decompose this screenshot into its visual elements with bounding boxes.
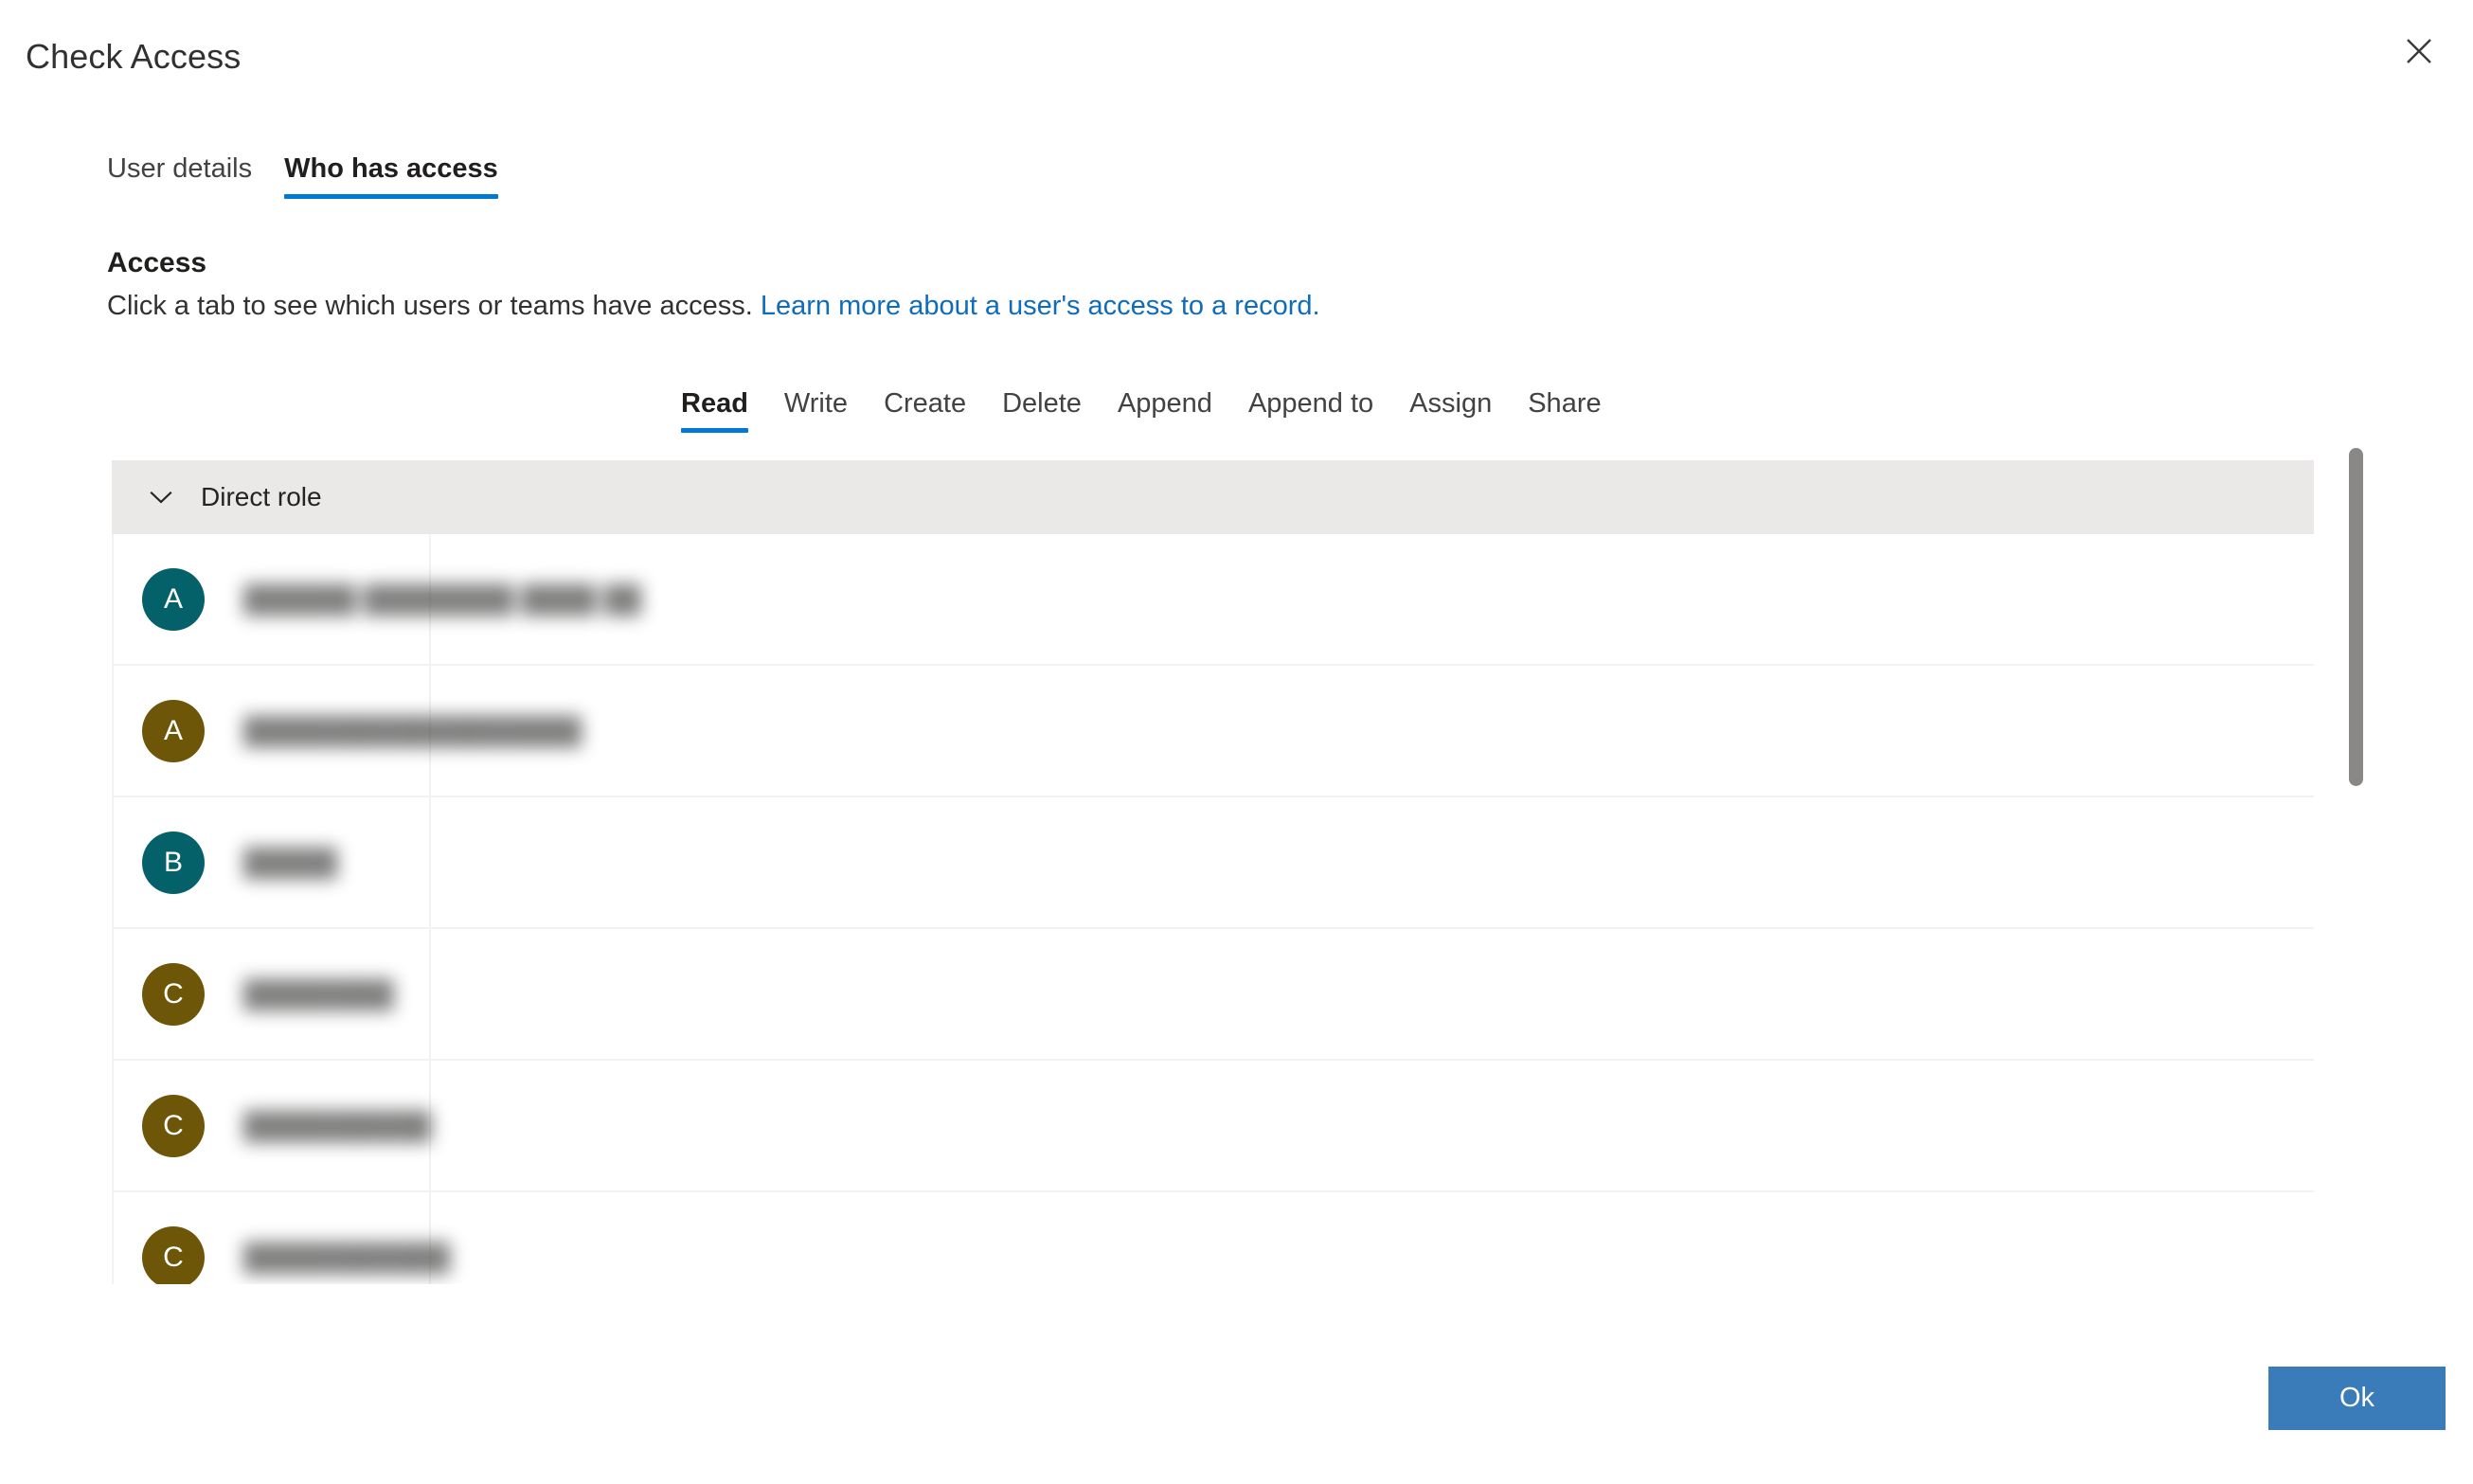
row-divider-left (112, 534, 114, 664)
table-row[interactable]: B █████ (112, 797, 2314, 929)
access-description: Click a tab to see which users or teams … (107, 287, 2285, 325)
table-row[interactable]: C ████████ (112, 929, 2314, 1061)
row-principal-name: ██████████████████ (243, 715, 582, 745)
tab-delete[interactable]: Delete (984, 384, 1100, 441)
learn-more-link[interactable]: Learn more about a user's access to a re… (761, 291, 1320, 321)
tab-append-to[interactable]: Append to (1230, 384, 1391, 441)
pivot-tab-list: User details Who has access (107, 140, 514, 208)
dialog-footer: Ok (0, 1340, 2473, 1484)
avatar: B (142, 831, 205, 894)
close-button[interactable] (2392, 24, 2446, 79)
row-divider-mid (429, 929, 431, 1059)
dialog-header: Check Access (0, 0, 2473, 114)
access-list: Direct role A ██████ ████████ ████ ██ A … (112, 460, 2314, 1284)
avatar: C (142, 1094, 205, 1157)
page-title: Check Access (26, 37, 242, 76)
row-principal-name: ███████████ (243, 1242, 451, 1272)
avatar: A (142, 567, 205, 631)
row-divider-left (112, 1192, 114, 1284)
group-header-direct-role[interactable]: Direct role (112, 460, 2314, 534)
row-divider-left (112, 1061, 114, 1190)
table-row[interactable]: A ██████████████████ (112, 666, 2314, 797)
access-section: Access Click a tab to see which users or… (107, 244, 2285, 325)
list-scrollbar-thumb[interactable] (2349, 448, 2363, 786)
tab-append[interactable]: Append (1100, 384, 1230, 441)
avatar: C (142, 1225, 205, 1284)
access-heading: Access (107, 247, 207, 278)
row-divider-left (112, 797, 114, 927)
table-row[interactable]: C ███████████ (112, 1192, 2314, 1284)
ok-button[interactable]: Ok (2268, 1367, 2446, 1430)
row-principal-name: ██████████ (243, 1110, 432, 1140)
tab-read[interactable]: Read (663, 384, 766, 441)
row-divider-left (112, 666, 114, 796)
tab-write[interactable]: Write (766, 384, 866, 441)
row-principal-name: ████████ (243, 978, 394, 1009)
avatar: A (142, 699, 205, 762)
access-description-text: Click a tab to see which users or teams … (107, 291, 753, 321)
tab-assign[interactable]: Assign (1391, 384, 1510, 441)
table-row[interactable]: A ██████ ████████ ████ ██ (112, 534, 2314, 666)
permission-tab-list: Read Write Create Delete Append Append t… (663, 369, 1620, 441)
avatar: C (142, 962, 205, 1026)
tab-who-has-access[interactable]: Who has access (268, 150, 514, 208)
group-header-label: Direct role (201, 482, 322, 511)
tab-user-details[interactable]: User details (107, 150, 268, 208)
chevron-down-icon[interactable] (140, 476, 182, 518)
list-scrollbar-track[interactable] (2347, 445, 2366, 1288)
tab-create[interactable]: Create (866, 384, 984, 441)
row-divider-mid (429, 797, 431, 927)
row-principal-name: █████ (243, 847, 338, 877)
table-row[interactable]: C ██████████ (112, 1061, 2314, 1192)
close-icon (2405, 37, 2433, 65)
tab-share[interactable]: Share (1510, 384, 1619, 441)
row-principal-name: ██████ ████████ ████ ██ (243, 583, 642, 614)
row-divider-left (112, 929, 114, 1059)
